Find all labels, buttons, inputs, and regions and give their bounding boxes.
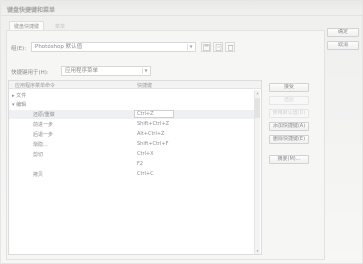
- list-item-undo[interactable]: 还原/重做 Ctrl+Z: [9, 110, 255, 119]
- list-item-edit[interactable]: ▾ 编辑: [9, 100, 255, 109]
- set-select-value: Photoshop 默认值: [35, 44, 83, 50]
- shortcut-list[interactable]: 应用程序菜单命令 快捷键 ▸ 文件 ▾ 编辑 还原/重做 Ctrl+Z 前进一步…: [8, 80, 262, 255]
- set-label: 组(E):: [11, 46, 27, 52]
- window-title: 键盘快捷键和菜单: [7, 7, 56, 14]
- shortcut-column-header: 快捷键: [137, 83, 153, 89]
- shortcut-field[interactable]: Ctrl+Z: [134, 110, 174, 118]
- delete-set-button[interactable]: [225, 42, 235, 52]
- accept-button[interactable]: 接受: [269, 83, 309, 92]
- list-item-copy[interactable]: 拷贝 Ctrl+C: [9, 170, 255, 179]
- save-icon: [203, 44, 210, 51]
- list-scrollbar[interactable]: ▲ ▼: [254, 90, 260, 254]
- dialog-window: 键盘快捷键和菜单 键盘快捷键 菜单 组(E): Photoshop 默认值 ▼: [0, 0, 363, 264]
- list-item-step-forward[interactable]: 前进一步 Shift+Ctrl+Z: [9, 120, 255, 129]
- scroll-down-icon[interactable]: ▼: [255, 248, 260, 254]
- list-item-cut[interactable]: 剪切 Ctrl+X: [9, 150, 255, 159]
- summarize-button[interactable]: 摘要(M)...: [269, 155, 309, 164]
- shortcuts-for-label: 快捷键用于(H):: [11, 70, 49, 76]
- set-select[interactable]: Photoshop 默认值 ▼: [31, 42, 196, 52]
- new-set-button[interactable]: [213, 42, 223, 52]
- use-default-button[interactable]: 使用默认值(D): [269, 109, 309, 118]
- cancel-button[interactable]: 取消: [327, 41, 359, 50]
- scroll-thumb[interactable]: [255, 98, 260, 118]
- new-set-icon: [215, 44, 222, 51]
- undo-button[interactable]: 还原: [269, 96, 309, 105]
- list-item-file[interactable]: ▸ 文件: [9, 91, 255, 100]
- chevron-down-icon: ▼: [142, 68, 149, 74]
- title-bar: 键盘快捷键和菜单: [1, 1, 362, 16]
- shortcuts-for-select[interactable]: 应用程序菜单 ▼: [61, 66, 151, 76]
- tab-keyboard-shortcuts[interactable]: 键盘快捷键: [9, 21, 45, 30]
- list-header: 应用程序菜单命令 快捷键: [9, 81, 261, 89]
- shortcuts-for-value: 应用程序菜单: [65, 68, 99, 74]
- list-item-cut-alt[interactable]: F2: [9, 160, 255, 169]
- ok-button[interactable]: 确定: [327, 28, 359, 37]
- list-item-fade[interactable]: 渐隐... Shift+Ctrl+F: [9, 140, 255, 149]
- command-column-header: 应用程序菜单命令: [15, 83, 56, 89]
- list-item-step-backward[interactable]: 后退一步 Alt+Ctrl+Z: [9, 130, 255, 139]
- save-set-button[interactable]: [201, 42, 211, 52]
- scroll-up-icon[interactable]: ▲: [255, 90, 260, 96]
- trash-icon: [227, 44, 234, 51]
- add-shortcut-button[interactable]: 添加快捷键(A): [269, 122, 309, 131]
- tab-menus[interactable]: 菜单: [55, 23, 65, 30]
- chevron-down-icon: ▼: [187, 44, 194, 50]
- delete-shortcut-button[interactable]: 删除快捷键(E): [269, 135, 309, 144]
